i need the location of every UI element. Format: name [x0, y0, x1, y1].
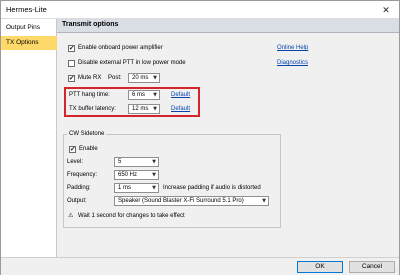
chevron-down-icon: ▼ [262, 198, 266, 204]
output-select[interactable]: Speaker (Sound Blaster X-Fi Surround 5.1… [114, 196, 269, 206]
frequency-value: 650 Hz [118, 172, 138, 178]
cancel-button[interactable]: Cancel [349, 261, 395, 273]
output-label: Output: [67, 198, 87, 204]
cw-sidetone-title: CW Sidetone [67, 130, 107, 138]
options-window: Hermes-Lite ✕ Output Pins TX Options Tra… [0, 0, 400, 275]
level-value: 5 [118, 159, 122, 165]
ptt-default-link[interactable]: Default [171, 91, 190, 99]
output-value: Speaker (Sound Blaster X-Fi Surround 5.1… [118, 198, 244, 204]
close-icon[interactable]: ✕ [379, 3, 393, 17]
sidebar-item-tx-options[interactable]: TX Options [1, 36, 57, 50]
level-select[interactable]: 5 ▼ [114, 157, 159, 167]
enable-pa-checkbox[interactable] [68, 44, 75, 52]
chevron-down-icon: ▼ [153, 92, 157, 98]
chevron-down-icon: ▼ [152, 159, 156, 165]
chevron-down-icon: ▼ [153, 106, 157, 112]
tx-buffer-latency-label: TX buffer latency: [69, 106, 116, 112]
padding-hint: Increase padding if audio is distorted [163, 185, 261, 191]
level-label: Level: [67, 159, 84, 165]
footer: OK Cancel ⋰ [1, 257, 399, 275]
enable-pa-label: Enable onboard power amplifier [78, 45, 163, 51]
sidebar: Output Pins TX Options [1, 19, 57, 257]
diagnostics-link[interactable]: Diagnostics [277, 59, 308, 67]
chevron-down-icon: ▼ [152, 185, 156, 191]
mute-rx-checkbox[interactable] [68, 74, 75, 82]
panel-title: Transmit options [62, 21, 119, 28]
sidetone-enable-checkbox[interactable] [69, 145, 76, 153]
padding-label: Padding: [67, 185, 91, 191]
panel-header: Transmit options [57, 19, 399, 33]
ptt-hang-time-value: 6 ms [132, 92, 146, 98]
title-bar: Hermes-Lite ✕ [1, 1, 399, 19]
ok-button[interactable]: OK [297, 261, 343, 273]
window-title: Hermes-Lite [6, 5, 47, 14]
tx-buffer-default-link[interactable]: Default [171, 105, 190, 113]
sidetone-warning-text: Wait 1 second for changes to take effect [78, 213, 185, 219]
post-label: Post: [108, 75, 122, 81]
resize-grip-icon[interactable]: ⋰ [393, 268, 398, 274]
ptt-hang-time-label: PTT hang time: [69, 92, 110, 98]
post-value: 20 ms [132, 75, 149, 81]
frequency-label: Frequency: [67, 172, 98, 178]
chevron-down-icon: ▼ [153, 75, 157, 81]
ptt-hang-time-select[interactable]: 6 ms ▼ [128, 90, 160, 100]
sidetone-enable-label: Enable [79, 146, 98, 152]
sidebar-item-output-pins[interactable]: Output Pins [1, 21, 57, 35]
padding-select[interactable]: 1 ms ▼ [114, 183, 159, 193]
post-select[interactable]: 20 ms ▼ [128, 73, 160, 83]
warning-icon: ⚠ [68, 212, 74, 219]
online-help-link[interactable]: Online Help [277, 44, 308, 52]
tx-buffer-latency-select[interactable]: 12 ms ▼ [128, 104, 160, 114]
chevron-down-icon: ▼ [152, 172, 156, 178]
frequency-select[interactable]: 650 Hz ▼ [114, 170, 159, 180]
tx-buffer-latency-value: 12 ms [132, 106, 149, 112]
mute-rx-label: Mute RX [78, 75, 102, 81]
disable-ext-ptt-checkbox[interactable] [68, 60, 75, 67]
padding-value: 1 ms [118, 185, 132, 191]
disable-ext-ptt-label: Disable external PTT in low power mode [78, 60, 186, 66]
